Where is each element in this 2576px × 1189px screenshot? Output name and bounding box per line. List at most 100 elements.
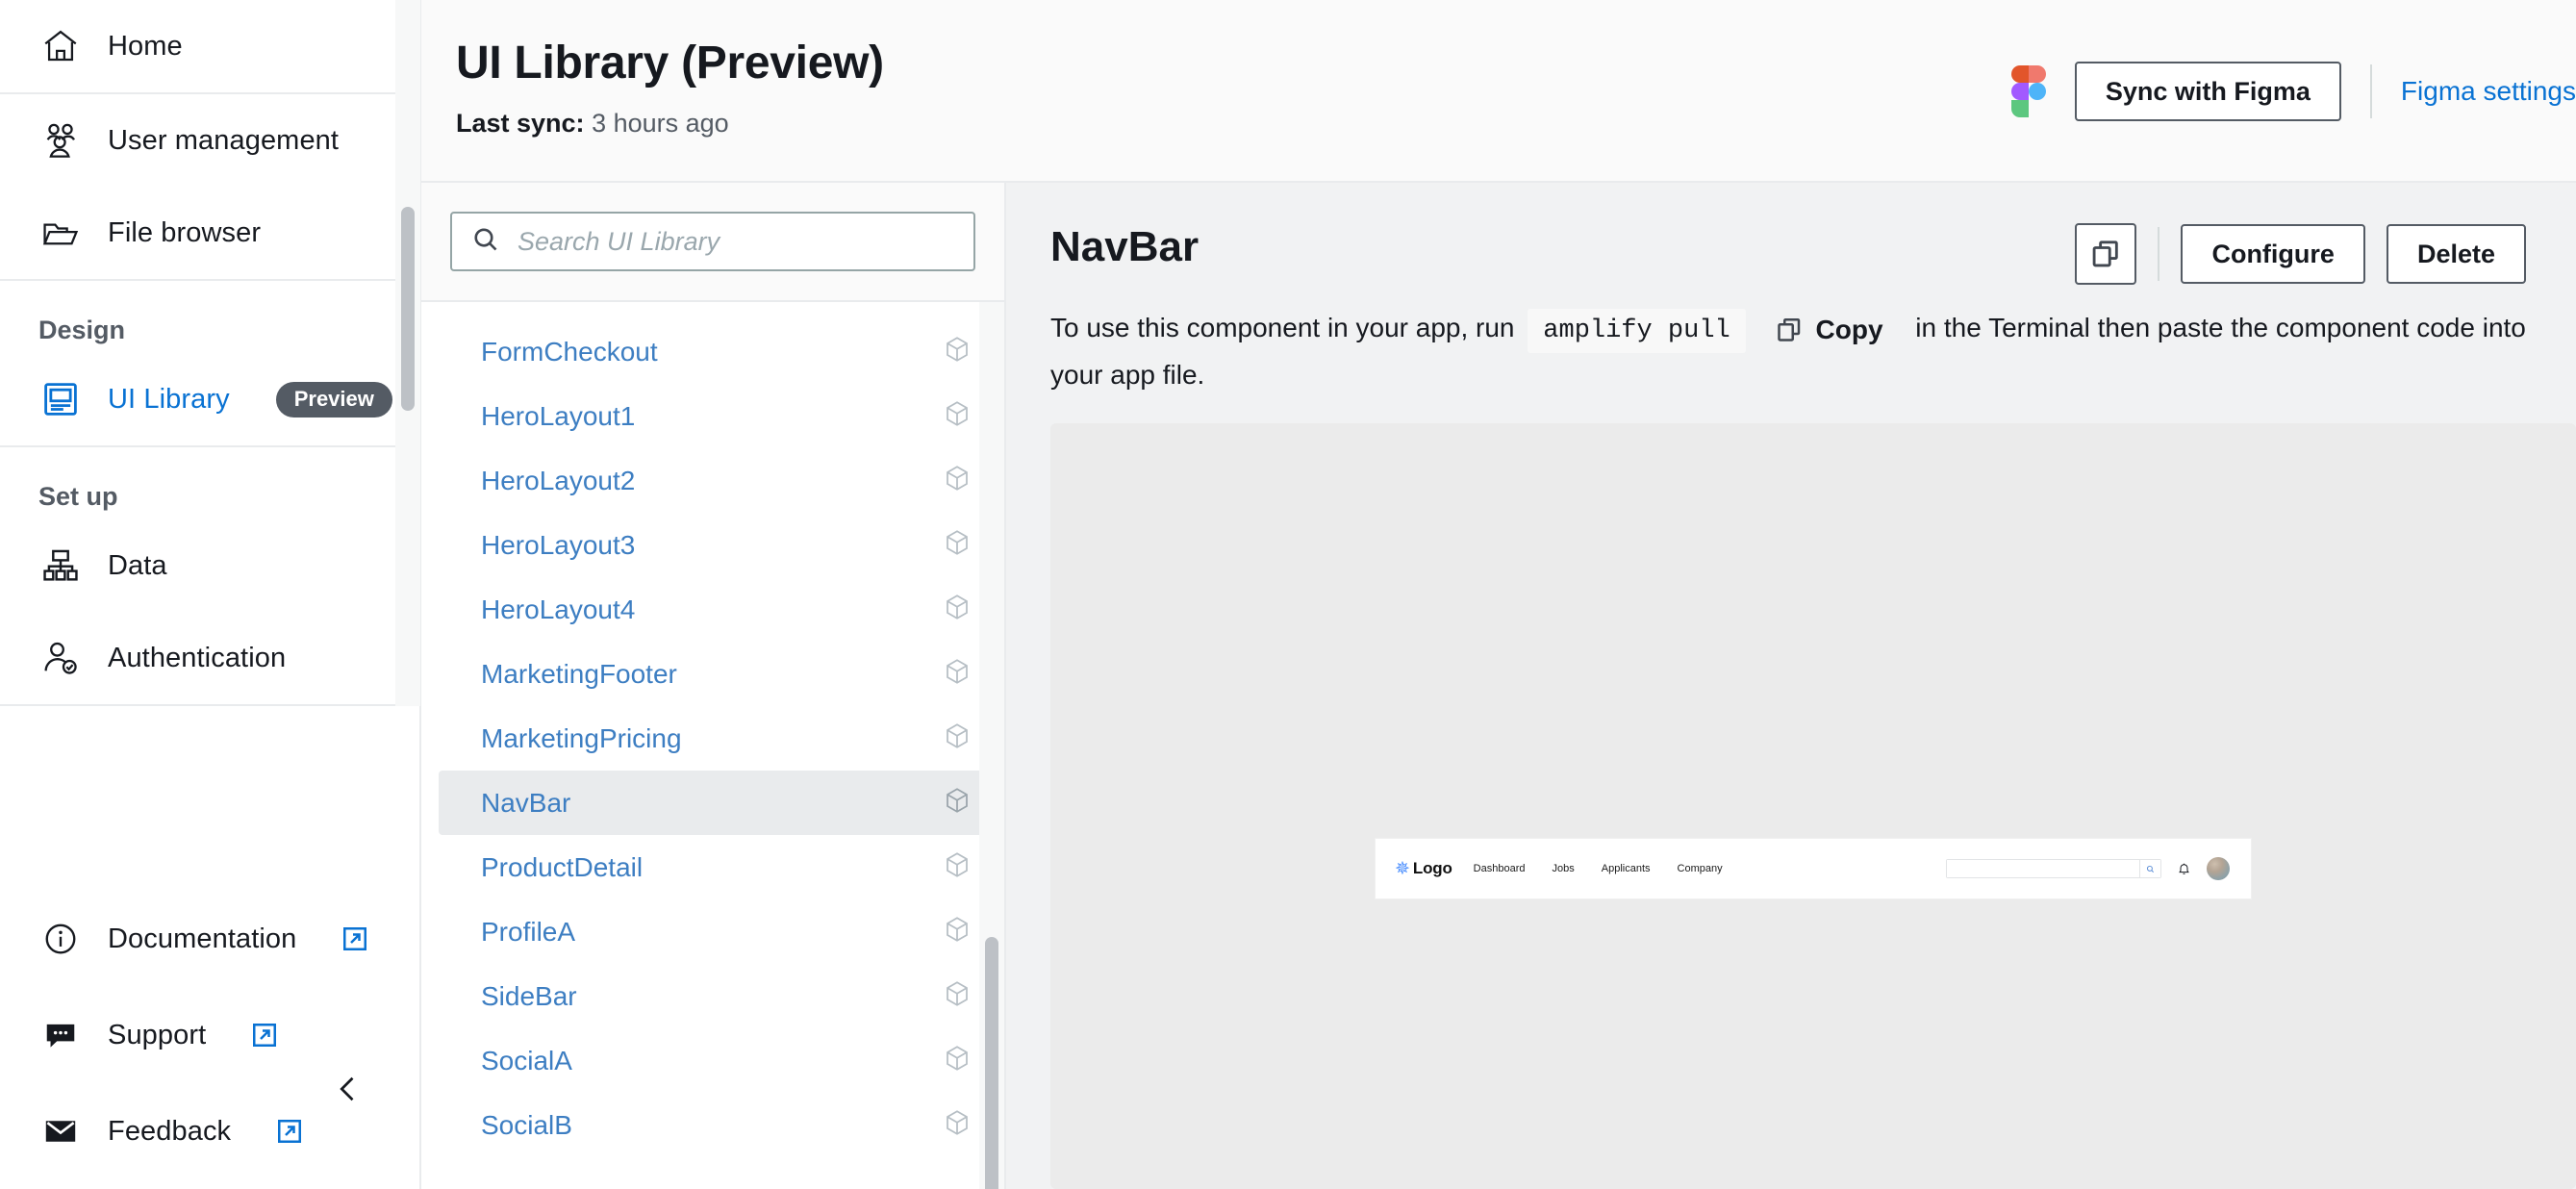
sidebar-scroll-region: Home User management File browser Design… bbox=[0, 0, 420, 706]
preview-nav-link-company[interactable]: Company bbox=[1678, 863, 1723, 874]
last-sync-status: Last sync: 3 hours ago bbox=[456, 109, 884, 139]
sidebar-item-data[interactable]: Data bbox=[0, 519, 419, 612]
component-name: MarketingFooter bbox=[481, 658, 677, 689]
sidebar-item-label: UI Library bbox=[108, 383, 230, 415]
sidebar-scrollbar[interactable] bbox=[395, 0, 420, 706]
sync-with-figma-button[interactable]: Sync with Figma bbox=[2074, 62, 2341, 121]
divider bbox=[2158, 227, 2160, 281]
copy-icon bbox=[1777, 317, 1800, 342]
preview-logo[interactable]: ✵ Logo bbox=[1395, 859, 1452, 878]
sidebar-item-ui-library[interactable]: UI Library Preview bbox=[0, 353, 419, 445]
list-item[interactable]: MarketingFooter bbox=[439, 642, 987, 706]
duplicate-icon bbox=[2093, 240, 2119, 267]
sidebar-section-design: Design bbox=[38, 316, 126, 344]
list-item[interactable]: MarketingPricing bbox=[439, 706, 987, 771]
sidebar-item-label: File browser bbox=[108, 216, 262, 248]
list-item[interactable]: FormCheckout bbox=[439, 319, 987, 384]
last-sync-label: Last sync: bbox=[456, 109, 585, 138]
preview-nav-link-applicants[interactable]: Applicants bbox=[1602, 863, 1651, 874]
sidebar-footer: Documentation Support Feedback bbox=[0, 891, 419, 1189]
component-cube-icon bbox=[943, 1044, 972, 1077]
sidebar-item-authentication[interactable]: Authentication bbox=[0, 612, 419, 704]
list-item[interactable]: SideBar bbox=[439, 964, 987, 1028]
search-icon bbox=[471, 225, 500, 259]
copy-label: Copy bbox=[1815, 314, 1883, 344]
app-root: Home User management File browser Design… bbox=[0, 0, 2576, 1189]
component-name: HeroLayout1 bbox=[481, 400, 636, 431]
component-cube-icon bbox=[943, 786, 972, 820]
component-detail-panel: NavBar Configure Delete To use this comp… bbox=[1006, 183, 2576, 1189]
content-row: FormCheckout HeroLayout1 bbox=[421, 183, 2576, 1189]
preview-nav-link-jobs[interactable]: Jobs bbox=[1553, 863, 1575, 874]
usage-instructions: To use this component in your app, run a… bbox=[1006, 285, 2576, 396]
preview-badge: Preview bbox=[275, 381, 392, 417]
last-sync-value: 3 hours ago bbox=[592, 109, 729, 138]
component-name: HeroLayout4 bbox=[481, 594, 636, 624]
external-link-icon bbox=[275, 1117, 304, 1146]
folder-icon bbox=[38, 211, 83, 255]
sidebar-collapse-button[interactable] bbox=[327, 1068, 369, 1110]
header-actions: Sync with Figma Figma settings bbox=[2010, 37, 2576, 121]
component-cube-icon bbox=[943, 335, 972, 368]
external-link-icon bbox=[250, 1021, 279, 1050]
component-list-scrollbar-thumb[interactable] bbox=[985, 937, 998, 1189]
component-list: FormCheckout HeroLayout1 HeroLayout2 Her… bbox=[421, 302, 1004, 1189]
sidebar-item-home[interactable]: Home bbox=[0, 0, 419, 92]
preview-search-input[interactable] bbox=[1947, 860, 2139, 878]
bell-icon bbox=[2179, 863, 2189, 874]
component-list-scrollbar[interactable] bbox=[979, 302, 1004, 1189]
search-icon bbox=[2146, 865, 2154, 873]
list-item[interactable]: HeroLayout1 bbox=[439, 384, 987, 448]
list-item[interactable]: SocialA bbox=[439, 1028, 987, 1093]
authentication-icon bbox=[38, 636, 83, 680]
sidebar-item-file-browser[interactable]: File browser bbox=[0, 187, 419, 279]
page-header-text: UI Library (Preview) Last sync: 3 hours … bbox=[421, 37, 884, 139]
list-item[interactable]: SocialB bbox=[439, 1093, 987, 1157]
amplify-pull-code: amplify pull bbox=[1528, 309, 1746, 353]
list-item-navbar[interactable]: NavBar bbox=[439, 771, 987, 835]
preview-search[interactable] bbox=[1946, 859, 2161, 879]
figma-logo-icon bbox=[2010, 65, 2046, 117]
list-item[interactable]: HeroLayout2 bbox=[439, 448, 987, 513]
sidebar-item-label: Documentation bbox=[108, 923, 297, 954]
preview-notifications-button[interactable] bbox=[2177, 862, 2191, 876]
sidebar-item-label: Authentication bbox=[108, 642, 287, 673]
envelope-icon bbox=[38, 1109, 83, 1153]
component-name: NavBar bbox=[481, 787, 571, 818]
preview-search-button[interactable] bbox=[2139, 860, 2160, 878]
component-name: FormCheckout bbox=[481, 336, 658, 367]
divider bbox=[2369, 64, 2372, 118]
component-cube-icon bbox=[943, 850, 972, 884]
preview-logo-text: Logo bbox=[1412, 859, 1452, 878]
component-name: ProfileA bbox=[481, 916, 576, 947]
avatar[interactable] bbox=[2207, 857, 2230, 881]
main-region: UI Library (Preview) Last sync: 3 hours … bbox=[421, 0, 2576, 1189]
copy-command-button[interactable]: Copy bbox=[1775, 308, 1883, 351]
search-box[interactable] bbox=[450, 212, 975, 271]
sidebar-item-label: Data bbox=[108, 549, 167, 581]
search-input[interactable] bbox=[518, 226, 954, 257]
preview-nav-link-dashboard[interactable]: Dashboard bbox=[1474, 863, 1526, 874]
figma-settings-link[interactable]: Figma settings bbox=[2401, 76, 2576, 107]
page-title: UI Library (Preview) bbox=[456, 38, 884, 89]
component-cube-icon bbox=[943, 399, 972, 433]
component-preview-canvas: ✵ Logo Dashboard Jobs Applicants Company bbox=[1050, 423, 2576, 1189]
sidebar-item-label: User management bbox=[108, 124, 340, 156]
chevron-left-icon bbox=[340, 1076, 354, 1101]
component-cube-icon bbox=[943, 657, 972, 691]
list-item[interactable]: ProfileA bbox=[439, 899, 987, 964]
duplicate-button[interactable] bbox=[2075, 223, 2137, 285]
sidebar-item-documentation[interactable]: Documentation bbox=[0, 891, 419, 987]
instructions-text-before: To use this component in your app, run bbox=[1050, 313, 1515, 342]
list-item[interactable]: ProductDetail bbox=[439, 835, 987, 899]
component-cube-icon bbox=[943, 721, 972, 755]
sidebar-item-user-management[interactable]: User management bbox=[0, 94, 419, 187]
sidebar: Home User management File browser Design… bbox=[0, 0, 421, 1189]
list-item[interactable]: HeroLayout3 bbox=[439, 513, 987, 577]
configure-button[interactable]: Configure bbox=[2181, 224, 2365, 284]
home-icon bbox=[38, 24, 83, 68]
list-item[interactable]: HeroLayout4 bbox=[439, 577, 987, 642]
delete-button[interactable]: Delete bbox=[2386, 224, 2526, 284]
sidebar-scrollbar-thumb[interactable] bbox=[401, 207, 415, 411]
component-title: NavBar bbox=[1050, 223, 1200, 270]
